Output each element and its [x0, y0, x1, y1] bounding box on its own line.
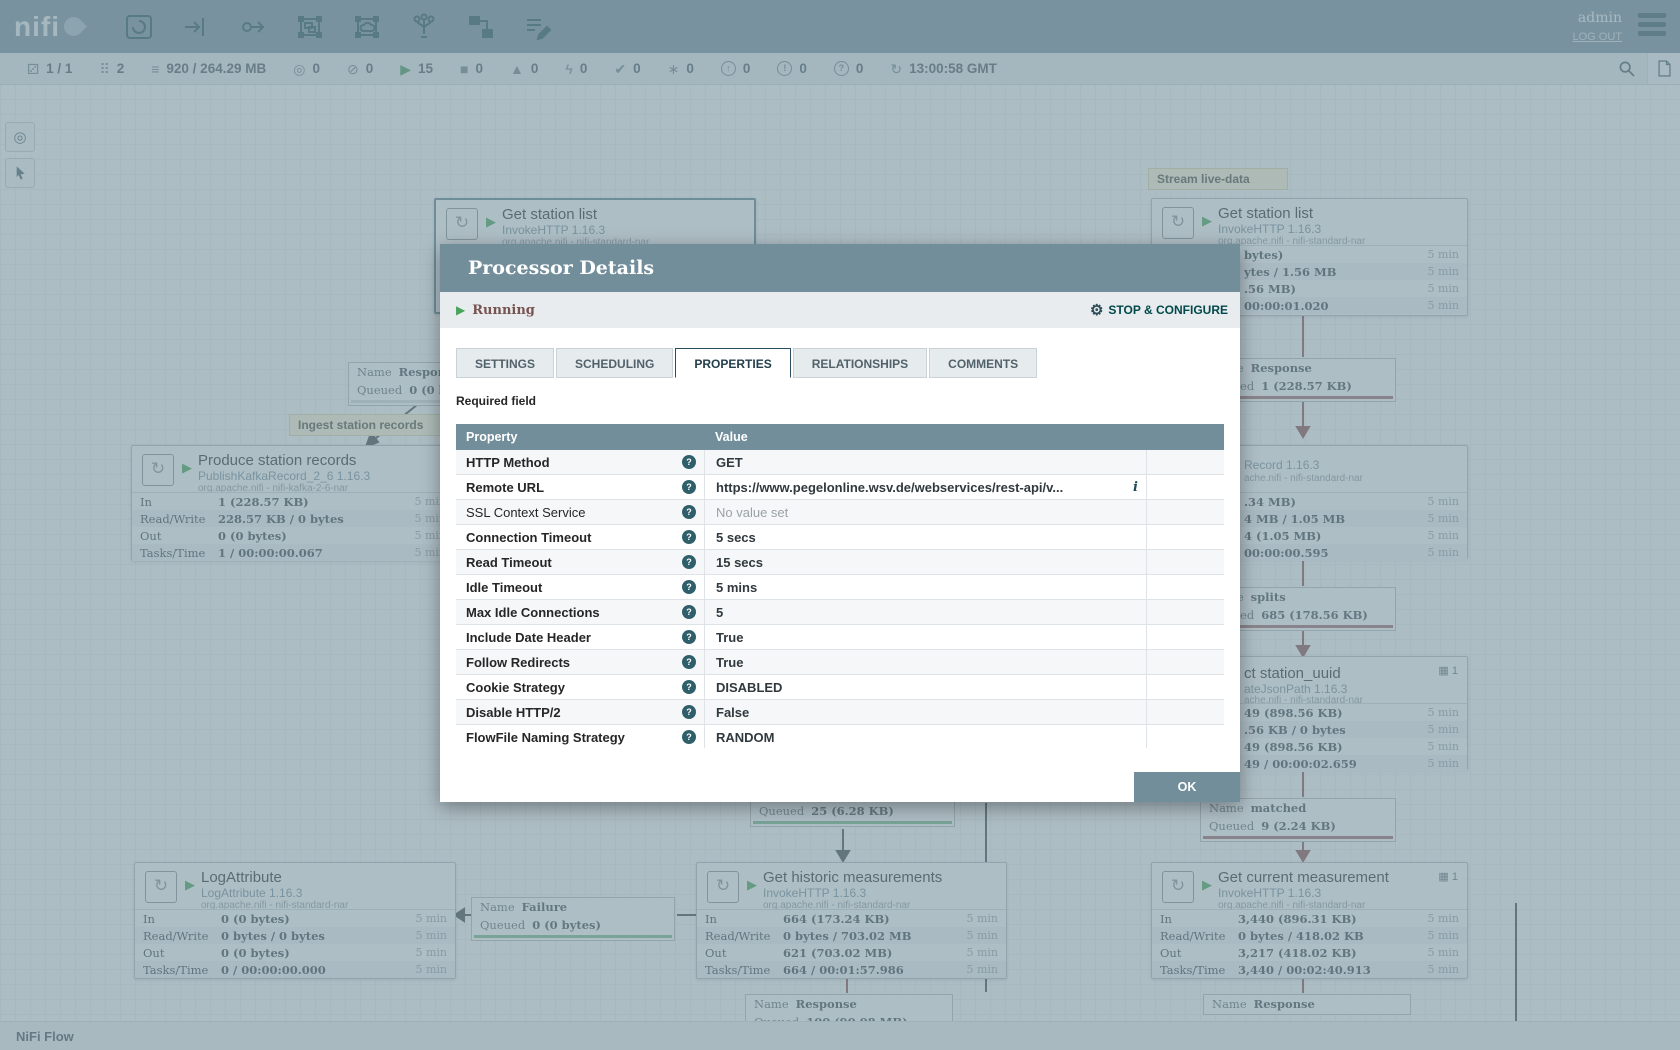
help-icon[interactable]: ?	[682, 655, 696, 669]
running-status-icon: ▶	[456, 303, 465, 317]
help-icon[interactable]: ?	[682, 580, 696, 594]
property-name-cell: SSL Context Service ?	[456, 500, 705, 524]
property-value-cell: 5 mins	[705, 575, 1147, 599]
property-row: Follow Redirects ? True	[456, 650, 1224, 675]
property-row-spacer	[1147, 675, 1224, 699]
property-row: Include Date Header ? True	[456, 625, 1224, 650]
property-name-cell: Remote URL ?	[456, 475, 705, 499]
gear-icon: ⚙	[1090, 301, 1103, 319]
dialog-title: Processor Details	[440, 244, 1240, 292]
property-value-cell: RANDOM	[705, 725, 1147, 748]
property-value-cell: False	[705, 700, 1147, 724]
property-name-cell: Read Timeout ?	[456, 550, 705, 574]
tab-settings[interactable]: SETTINGS	[456, 348, 554, 378]
property-name-cell: Disable HTTP/2 ?	[456, 700, 705, 724]
property-row-spacer	[1147, 550, 1224, 574]
ok-button[interactable]: OK	[1134, 772, 1240, 802]
help-icon[interactable]: ?	[682, 705, 696, 719]
property-value-cell: True	[705, 625, 1147, 649]
property-row-spacer	[1147, 575, 1224, 599]
info-icon[interactable]: i	[1133, 480, 1138, 495]
property-value-cell: 5 secs	[705, 525, 1147, 549]
property-row-spacer	[1147, 600, 1224, 624]
property-name-cell: Connection Timeout ?	[456, 525, 705, 549]
processor-details-dialog: Processor Details ▶ Running ⚙ STOP & CON…	[440, 244, 1240, 802]
property-row-spacer	[1147, 450, 1224, 474]
property-value-cell: DISABLED	[705, 675, 1147, 699]
help-icon[interactable]: ?	[682, 730, 696, 744]
property-value-cell: True	[705, 650, 1147, 674]
tab-scheduling[interactable]: SCHEDULING	[556, 348, 673, 378]
help-icon[interactable]: ?	[682, 530, 696, 544]
property-row-spacer	[1147, 500, 1224, 524]
tab-comments[interactable]: COMMENTS	[929, 348, 1037, 378]
property-row: Disable HTTP/2 ? False	[456, 700, 1224, 725]
property-value-cell: https://www.pegelonline.wsv.de/webservic…	[705, 475, 1147, 499]
help-icon[interactable]: ?	[682, 680, 696, 694]
property-row-spacer	[1147, 625, 1224, 649]
property-name-cell: Max Idle Connections ?	[456, 600, 705, 624]
run-status-text: Running	[472, 303, 535, 318]
property-name-cell: Include Date Header ?	[456, 625, 705, 649]
help-icon[interactable]: ?	[682, 455, 696, 469]
tab-relationships[interactable]: RELATIONSHIPS	[793, 348, 927, 378]
help-icon[interactable]: ?	[682, 630, 696, 644]
tab-properties[interactable]: PROPERTIES	[675, 348, 790, 378]
property-value-cell: 5	[705, 600, 1147, 624]
property-row-spacer	[1147, 725, 1224, 748]
property-value-cell: GET	[705, 450, 1147, 474]
property-name-cell: Idle Timeout ?	[456, 575, 705, 599]
help-icon[interactable]: ?	[682, 505, 696, 519]
dialog-status-row: ▶ Running ⚙ STOP & CONFIGURE	[440, 292, 1240, 328]
required-field-note: Required field	[456, 394, 1224, 412]
properties-table-header: Property Value	[456, 424, 1224, 450]
property-row-spacer	[1147, 475, 1224, 499]
property-value-cell: 15 secs	[705, 550, 1147, 574]
property-row: Idle Timeout ? 5 mins	[456, 575, 1224, 600]
property-row: Cookie Strategy ? DISABLED	[456, 675, 1224, 700]
property-name-cell: Cookie Strategy ?	[456, 675, 705, 699]
property-row: SSL Context Service ? No value set	[456, 500, 1224, 525]
dialog-tabs: SETTINGS SCHEDULING PROPERTIES RELATIONS…	[456, 348, 1224, 378]
property-row: Connection Timeout ? 5 secs	[456, 525, 1224, 550]
help-icon[interactable]: ?	[682, 480, 696, 494]
stop-configure-button[interactable]: ⚙ STOP & CONFIGURE	[1090, 301, 1228, 319]
property-row: Remote URL ? https://www.pegelonline.wsv…	[456, 475, 1224, 500]
property-name-cell: FlowFile Naming Strategy ?	[456, 725, 705, 748]
nifi-app: ◎ ↻ ▶ Get station list	[0, 0, 1680, 1050]
property-row-spacer	[1147, 525, 1224, 549]
property-name-cell: HTTP Method ?	[456, 450, 705, 474]
property-row: Max Idle Connections ? 5	[456, 600, 1224, 625]
help-icon[interactable]: ?	[682, 605, 696, 619]
property-row-spacer	[1147, 700, 1224, 724]
property-row: Read Timeout ? 15 secs	[456, 550, 1224, 575]
property-row-spacer	[1147, 650, 1224, 674]
properties-table: Property Value HTTP Method ? GET	[456, 424, 1224, 748]
help-icon[interactable]: ?	[682, 555, 696, 569]
property-row: FlowFile Naming Strategy ? RANDOM	[456, 725, 1224, 748]
property-value-cell: No value set	[705, 500, 1147, 524]
property-row: HTTP Method ? GET	[456, 450, 1224, 475]
property-name-cell: Follow Redirects ?	[456, 650, 705, 674]
